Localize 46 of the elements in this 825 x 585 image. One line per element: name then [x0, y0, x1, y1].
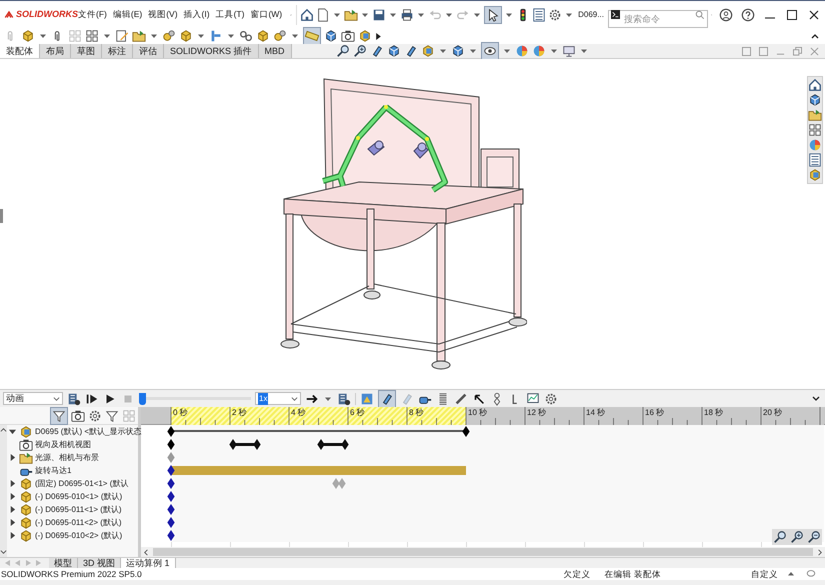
time-label: 12 秒 [527, 408, 546, 417]
study-tab[interactable]: 3D 视图 [78, 558, 122, 568]
tree-item[interactable]: 光源、相机与布景 [35, 452, 99, 464]
command-tab[interactable]: MBD [258, 44, 292, 58]
command-tab[interactable]: 评估 [133, 44, 164, 58]
tree-item[interactable]: (固定) D0695-01<1> (默认 [35, 478, 128, 490]
menu-item[interactable]: 编辑(E) [112, 8, 142, 21]
command-tab[interactable]: 标注 [102, 44, 133, 58]
app-logo: SOLIDWORKS [16, 8, 78, 21]
menu-item[interactable]: 工具(T) [216, 8, 244, 21]
tree-item[interactable]: 视向及相机视图 [35, 438, 91, 450]
status-text: 在编辑 装配体 [604, 568, 661, 580]
status-text: 欠定义 [564, 568, 591, 580]
time-label: 14 秒 [586, 408, 606, 417]
tree-item[interactable]: 旋转马达1 [35, 464, 72, 476]
search-field[interactable]: 搜索命令 [608, 10, 708, 28]
time-label: 8 秒 [409, 408, 424, 417]
time-label: 0 秒 [173, 408, 188, 417]
study-tab[interactable]: 模型 [49, 558, 78, 568]
command-tab[interactable]: SOLIDWORKS 插件 [164, 44, 259, 58]
time-label: 10 秒 [468, 408, 488, 417]
time-label: 4 秒 [291, 408, 306, 417]
tree-item[interactable]: (-) D0695-011<2> (默认) [35, 516, 122, 528]
time-label: 18 秒 [704, 408, 724, 417]
command-tab[interactable]: 布局 [40, 44, 71, 58]
menu-item[interactable]: 文件(F) [78, 8, 107, 21]
command-tab[interactable]: 装配体 [0, 44, 40, 58]
time-label: 6 秒 [350, 408, 365, 417]
tree-item[interactable]: (-) D0695-010<2> (默认) [35, 530, 122, 542]
tree-item[interactable]: (-) D0695-010<1> (默认) [35, 490, 122, 502]
time-label: 2 秒 [232, 408, 247, 417]
menu-item[interactable]: 视图(V) [148, 8, 178, 21]
units-dropdown[interactable]: 自定义 [751, 568, 778, 580]
study-type-dropdown[interactable]: 动画 [3, 392, 63, 405]
tree-item[interactable]: D0695 (默认) <默认_显示状态 [35, 426, 142, 438]
menu-item[interactable]: 窗口(W) [250, 8, 282, 21]
time-ruler[interactable]: 0 秒 2 秒 4 秒 6 秒 8 秒 10 秒 12 秒 14 秒 16 秒 18 秒 20 秒 [141, 407, 825, 425]
status-text: SOLIDWORKS Premium 2022 SP5.0 [1, 568, 142, 580]
command-tab[interactable]: 草图 [71, 44, 102, 58]
time-label: 20 秒 [763, 408, 782, 417]
menu-item[interactable]: 插入(I) [184, 8, 210, 21]
speed-dropdown[interactable]: 1x [255, 392, 301, 405]
study-tab[interactable]: 运动算例 1 [121, 558, 176, 568]
document-name: D069... [578, 8, 604, 20]
time-label: 16 秒 [645, 408, 664, 417]
tree-item[interactable]: (-) D0695-011<1> (默认) [35, 504, 122, 516]
